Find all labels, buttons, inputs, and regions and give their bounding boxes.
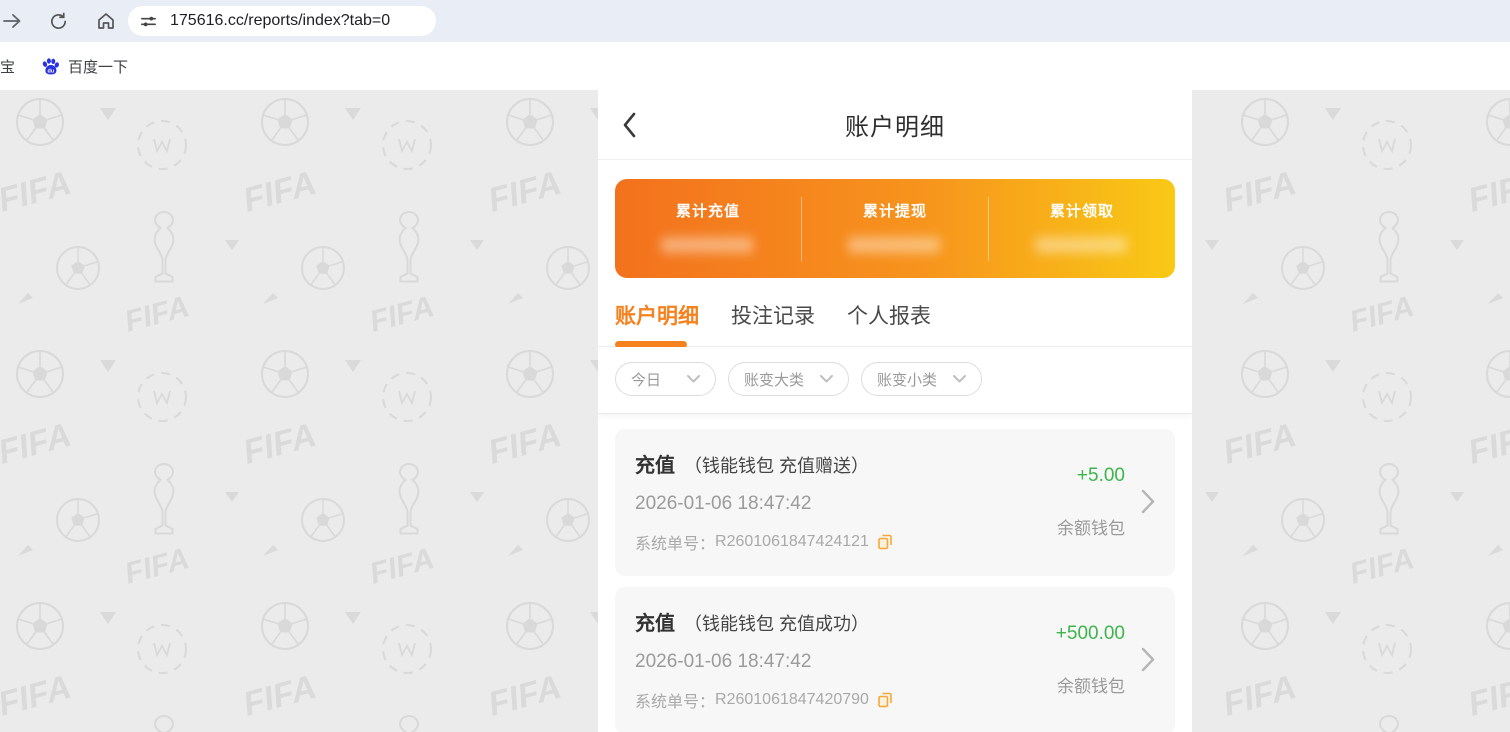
stat-total-withdraw: 累计提现 8888888 xyxy=(802,200,988,258)
transaction-amount-block: +5.00 余额钱包 xyxy=(1057,465,1125,539)
svg-text:du: du xyxy=(48,68,55,74)
transaction-type: 充值 xyxy=(635,613,675,635)
chevron-down-icon xyxy=(820,375,834,383)
tab-account-detail[interactable]: 账户明细 xyxy=(615,300,699,348)
tabs-row: 账户明细 投注记录 个人报表 xyxy=(598,278,1192,348)
transaction-wallet: 余额钱包 xyxy=(1057,518,1125,538)
copy-icon[interactable] xyxy=(877,692,893,708)
app-content: 账户明细 累计充值 8888888 累计提现 8888888 累计领取 8888… xyxy=(598,90,1192,732)
chevron-down-icon xyxy=(687,375,701,383)
back-button[interactable] xyxy=(622,111,637,139)
url-text[interactable]: 175616.cc/reports/index?tab=0 xyxy=(170,12,390,30)
chevron-down-icon xyxy=(953,375,967,383)
filter-date-dropdown[interactable]: 今日 xyxy=(615,362,717,396)
filter-minor-category-dropdown[interactable]: 账变小类 xyxy=(861,362,983,396)
stat-value-censored: 8888888 xyxy=(1036,234,1128,257)
transaction-time: 2026-01-06 18:47:42 xyxy=(635,493,812,514)
stat-value-censored: 8888888 xyxy=(662,234,754,257)
baidu-paw-icon: du xyxy=(41,57,60,76)
tab-label: 账户明细 xyxy=(615,305,699,328)
transaction-type: 充值 xyxy=(635,455,675,477)
transaction-amount: +5.00 xyxy=(1076,464,1125,486)
app-header: 账户明细 xyxy=(598,90,1192,160)
tab-personal-report[interactable]: 个人报表 xyxy=(847,300,931,346)
address-bar[interactable]: 175616.cc/reports/index?tab=0 xyxy=(128,6,436,36)
bookmark-baidu-label: 百度一下 xyxy=(68,58,129,76)
browser-toolbar: 175616.cc/reports/index?tab=0 xyxy=(0,0,1510,42)
transaction-info: 充值 （钱能钱包 充值赠送） 2026-01-06 18:47:42 系统单号：… xyxy=(635,449,1057,554)
transaction-time: 2026-01-06 18:47:42 xyxy=(635,651,812,672)
stat-total-deposit: 累计充值 8888888 xyxy=(615,200,801,258)
tab-bet-records[interactable]: 投注记录 xyxy=(731,300,815,346)
transaction-row[interactable]: 充值 （钱能钱包 充值赠送） 2026-01-06 18:47:42 系统单号：… xyxy=(615,429,1175,576)
bookmark-baidu[interactable]: du 百度一下 xyxy=(41,56,128,77)
transaction-list: 充值 （钱能钱包 充值赠送） 2026-01-06 18:47:42 系统单号：… xyxy=(598,413,1192,732)
transaction-detail: （钱能钱包 充值成功） xyxy=(684,614,869,634)
copy-icon[interactable] xyxy=(877,534,893,550)
filter-label: 账变大类 xyxy=(744,371,805,389)
filter-major-category-dropdown[interactable]: 账变大类 xyxy=(728,362,850,396)
transaction-order: 系统单号： R2601061847424121 xyxy=(635,530,1057,554)
order-number: R2601061847424121 xyxy=(715,533,869,550)
chevron-right-icon[interactable] xyxy=(1135,489,1161,514)
transaction-order: 系统单号： R2601061847420790 xyxy=(635,688,1056,712)
tab-label: 个人报表 xyxy=(847,305,931,328)
transaction-row[interactable]: 充值 （钱能钱包 充值成功） 2026-01-06 18:47:42 系统单号：… xyxy=(615,587,1175,732)
bookmark-taobao-label: 淘宝 xyxy=(0,58,16,76)
reload-icon[interactable] xyxy=(48,11,68,31)
stat-label: 累计充值 xyxy=(675,202,740,220)
transaction-info: 充值 （钱能钱包 充值成功） 2026-01-06 18:47:42 系统单号：… xyxy=(635,607,1056,712)
summary-card: 累计充值 8888888 累计提现 8888888 累计领取 8888888 xyxy=(615,179,1175,278)
transaction-amount: +500.00 xyxy=(1055,622,1125,644)
page-title: 账户明细 xyxy=(845,114,945,141)
site-settings-icon[interactable] xyxy=(140,13,157,30)
page-background: FIFA FIFA 账户明细 累计充值 8888888 xyxy=(0,90,1510,732)
transaction-detail: （钱能钱包 充值赠送） xyxy=(684,456,869,476)
stat-label: 累计领取 xyxy=(1049,202,1114,220)
stat-total-claim: 累计领取 8888888 xyxy=(989,200,1175,258)
transaction-amount-block: +500.00 余额钱包 xyxy=(1056,623,1125,697)
filter-label: 账变小类 xyxy=(877,371,938,389)
tab-label: 投注记录 xyxy=(731,305,815,328)
forward-icon[interactable] xyxy=(2,11,22,31)
order-label: 系统单号： xyxy=(635,536,716,553)
filters-row: 今日 账变大类 账变小类 xyxy=(598,347,1192,413)
stat-value-censored: 8888888 xyxy=(849,234,941,257)
bookmark-taobao[interactable]: 淘宝 xyxy=(0,56,15,77)
chevron-right-icon[interactable] xyxy=(1135,647,1161,672)
order-number: R2601061847420790 xyxy=(715,691,869,708)
home-icon[interactable] xyxy=(96,11,116,31)
bookmarks-bar: 淘宝 du 百度一下 xyxy=(0,42,1510,90)
filter-label: 今日 xyxy=(631,371,662,389)
transaction-wallet: 余额钱包 xyxy=(1057,676,1125,696)
order-label: 系统单号： xyxy=(635,694,716,711)
chevron-left-icon xyxy=(623,112,636,137)
stat-label: 累计提现 xyxy=(862,202,927,220)
